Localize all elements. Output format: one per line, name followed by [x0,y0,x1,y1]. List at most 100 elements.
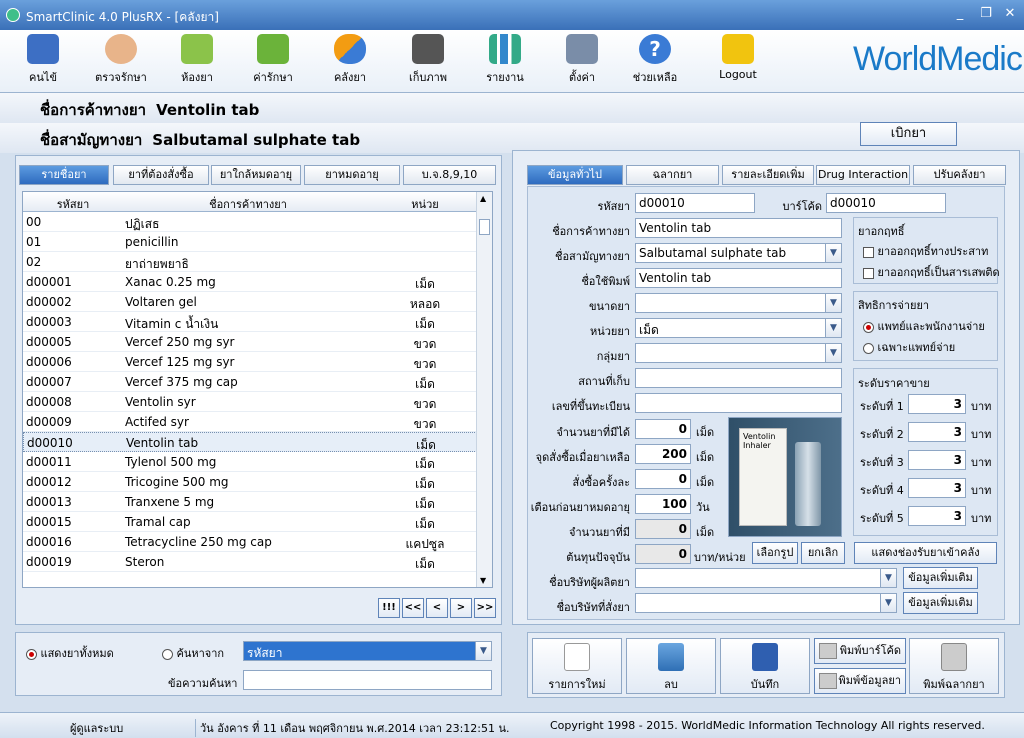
chevron-down-icon[interactable]: ▼ [880,569,896,587]
table-row[interactable]: d00013 Tranxene 5 mg เม็ด [23,492,477,512]
price-level-input[interactable]: 3 [908,422,966,442]
price-level-input[interactable]: 3 [908,394,966,414]
save-button[interactable]: บันทึก [720,638,810,694]
vendor-select[interactable]: ▼ [635,593,897,613]
table-row[interactable]: d00002 Voltaren gel หลอด [23,292,477,312]
scroll-up-icon[interactable]: ▲ [480,194,486,203]
toolbar-examine-button[interactable]: ตรวจรักษา [86,34,156,90]
nav-first-button[interactable]: << [402,598,424,618]
price-level-input[interactable]: 3 [908,478,966,498]
psychotropic-checkbox[interactable] [863,246,874,258]
toolbar-patient-button[interactable]: คนไข้ [8,34,78,90]
barcode-input[interactable]: d00010 [826,193,946,213]
chevron-down-icon[interactable]: ▼ [825,319,841,337]
location-input[interactable] [635,368,842,388]
nav-prev-button[interactable]: < [426,598,448,618]
new-item-button[interactable]: รายการใหม่ [532,638,622,694]
table-row[interactable]: d00011 Tylenol 500 mg เม็ด [23,452,477,472]
narcotic-option[interactable]: ยาออกฤทธิ์เป็นสารเสพติด [863,263,1000,281]
tab-to-order[interactable]: ยาที่ต้องสั่งซื้อ [113,165,209,185]
toolbar-settings-button[interactable]: ตั้งค่า [547,34,617,90]
close-button[interactable]: ✕ [1000,6,1020,22]
cancel-image-button[interactable]: ยกเลิก [801,542,845,564]
toolbar-stock-button[interactable]: คลังยา [315,34,385,90]
column-header-name[interactable]: ชื่อการค้าทางยา [123,195,373,213]
table-row[interactable]: d00010 Ventolin tab เม็ด [23,432,477,452]
table-row[interactable]: d00009 Actifed syr ขวด [23,412,477,432]
dispense-all-option[interactable]: แพทย์และพนักงานจ่าย [863,317,985,335]
tab-bj[interactable]: บ.จ.8,9,10 [403,165,496,185]
vendor-more-button[interactable]: ข้อมูลเพิ่มเติม [903,592,978,614]
minimize-button[interactable]: _ [950,6,970,22]
search-field-select[interactable]: รหัสยา ▼ [243,641,492,661]
toolbar-photo-button[interactable]: เก็บภาพ [393,34,463,90]
table-row[interactable]: 02 ยาถ่ายพยาธิ [23,252,477,272]
table-row[interactable]: d00019 Steron เม็ด [23,552,477,572]
chevron-down-icon[interactable]: ▼ [825,344,841,362]
tab-label[interactable]: ฉลากยา [626,165,719,185]
tab-near-expiry[interactable]: ยาใกล้หมดอายุ [211,165,301,185]
dispense-all-radio[interactable] [863,321,874,333]
print-label-button[interactable]: พิมพ์ฉลากยา [909,638,999,694]
nav-next-button[interactable]: > [450,598,472,618]
column-header-unit[interactable]: หน่วย [373,195,477,213]
chevron-down-icon[interactable]: ▼ [825,244,841,262]
regno-input[interactable] [635,393,842,413]
maker-select[interactable]: ▼ [635,568,897,588]
group-select[interactable]: ▼ [635,343,842,363]
price-level-input[interactable]: 3 [908,450,966,470]
tab-expired[interactable]: ยาหมดอายุ [304,165,400,185]
chevron-down-icon[interactable]: ▼ [475,642,491,660]
print-barcode-button[interactable]: พิมพ์บาร์โค้ด [814,638,906,664]
table-row[interactable]: d00016 Tetracycline 250 mg cap แคปซูล [23,532,477,552]
chevron-down-icon[interactable]: ▼ [880,594,896,612]
toolbar-logout-button[interactable]: Logout [703,34,773,90]
choose-image-button[interactable]: เลือกรูป [752,542,798,564]
nav-last-button[interactable]: >> [474,598,496,618]
toolbar-pharmacy-button[interactable]: ห้องยา [162,34,232,90]
table-row[interactable]: d00003 Vitamin c น้ำเงิน เม็ด [23,312,477,332]
toolbar-help-button[interactable]: ? ช่วยเหลือ [620,34,690,90]
narcotic-checkbox[interactable] [863,267,874,279]
delete-button[interactable]: ลบ [626,638,716,694]
table-row[interactable]: d00015 Tramal cap เม็ด [23,512,477,532]
toolbar-fee-button[interactable]: ค่ารักษา [238,34,308,90]
table-row[interactable]: d00007 Vercef 375 mg cap เม็ด [23,372,477,392]
chevron-down-icon[interactable]: ▼ [825,294,841,312]
table-row[interactable]: 00 ปฏิเสธ [23,212,477,232]
expire-warn-input[interactable]: 100 [635,494,691,514]
reorder-input[interactable]: 200 [635,444,691,464]
scroll-down-icon[interactable]: ▼ [480,576,486,585]
search-from-option[interactable]: ค้นหาจาก [162,644,224,662]
table-scrollbar[interactable]: ▲ ▼ [476,192,492,587]
search-input[interactable] [243,670,492,690]
tab-general[interactable]: ข้อมูลทั่วไป [527,165,623,185]
print-data-button[interactable]: พิมพ์ข้อมูลยา [814,668,906,694]
unit-select[interactable]: เม็ด ▼ [635,318,842,338]
tab-drug-list[interactable]: รายชื่อยา [19,165,109,185]
psychotropic-option[interactable]: ยาออกฤทธิ์ทางประสาท [863,242,988,260]
trade-input[interactable]: Ventolin tab [635,218,842,238]
order-input[interactable]: 0 [635,469,691,489]
withdraw-drug-button[interactable]: เบิกยา [860,122,957,146]
maker-more-button[interactable]: ข้อมูลเพิ่มเติม [903,567,978,589]
dispense-doctor-option[interactable]: เฉพาะแพทย์จ่าย [863,338,955,356]
table-row[interactable]: d00012 Tricogine 500 mg เม็ด [23,472,477,492]
dispense-doctor-radio[interactable] [863,342,874,354]
nav-all-button[interactable]: !!! [378,598,400,618]
generic-select[interactable]: Salbutamal sulphate tab ▼ [635,243,842,263]
toolbar-report-button[interactable]: รายงาน [470,34,540,90]
table-row[interactable]: d00005 Vercef 250 mg syr ขวด [23,332,477,352]
show-stock-receive-button[interactable]: แสดงช่องรับยาเข้าคลัง [854,542,997,564]
restore-button[interactable]: ❐ [976,6,996,22]
show-all-option[interactable]: แสดงยาทั้งหมด [26,644,114,662]
size-select[interactable]: ▼ [635,293,842,313]
print-name-input[interactable]: Ventolin tab [635,268,842,288]
tab-drug-interaction[interactable]: Drug Interaction [816,165,910,185]
code-input[interactable]: d00010 [635,193,755,213]
table-row[interactable]: d00001 Xanac 0.25 mg เม็ด [23,272,477,292]
scroll-thumb[interactable] [479,219,490,235]
table-row[interactable]: 01 penicillin [23,232,477,252]
qty-input[interactable]: 0 [635,419,691,439]
price-level-input[interactable]: 3 [908,506,966,526]
